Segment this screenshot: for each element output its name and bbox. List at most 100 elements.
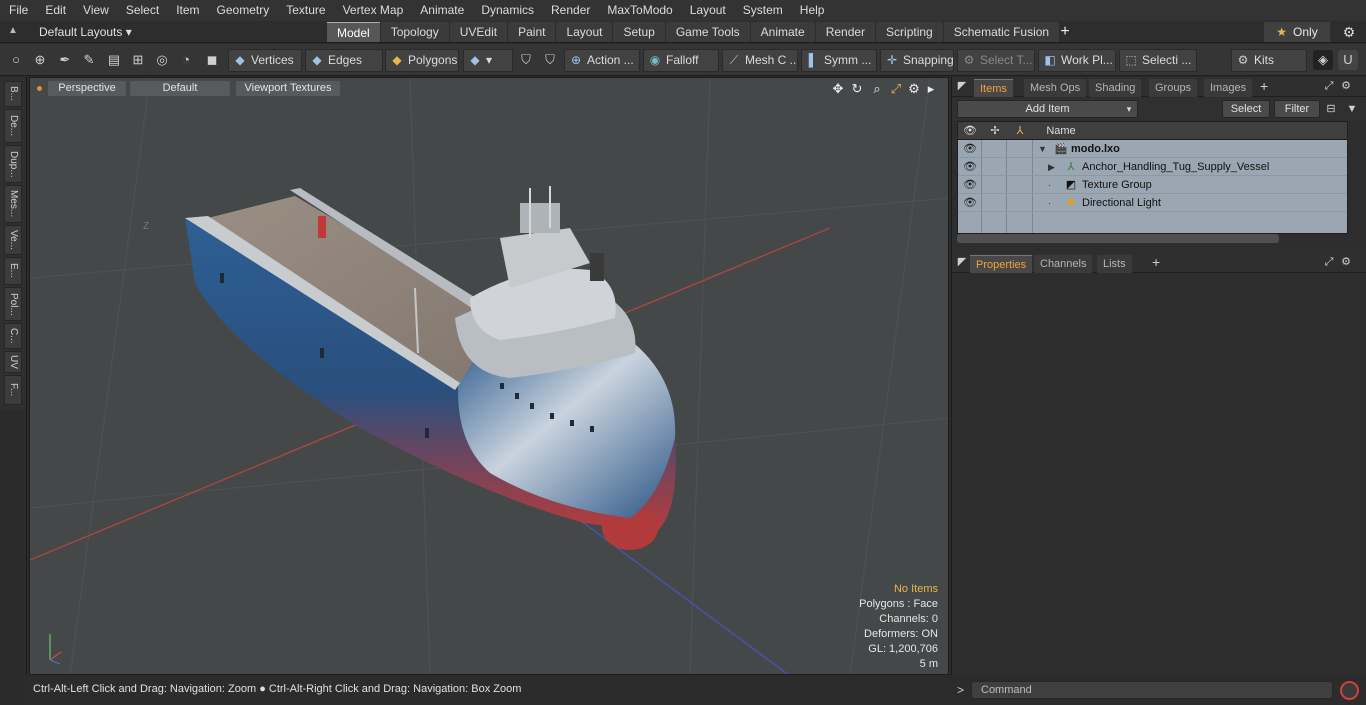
polygons-button[interactable]: ◆ Polygons bbox=[385, 49, 459, 72]
snapping-button[interactable]: ✛ Snapping bbox=[880, 49, 954, 72]
unreal-icon[interactable]: U bbox=[1338, 50, 1358, 70]
add-item-button[interactable]: Add Item ▾ bbox=[957, 100, 1138, 118]
kits-button[interactable]: ⚙ Kits bbox=[1231, 49, 1307, 72]
add-panel-tab-icon[interactable]: + bbox=[1152, 254, 1160, 270]
tab-fusion[interactable]: F... bbox=[4, 375, 22, 405]
tab-properties[interactable]: Properties bbox=[970, 255, 1033, 273]
tab-groups[interactable]: Groups bbox=[1149, 79, 1198, 97]
items-vertical-scrollbar[interactable] bbox=[1349, 121, 1361, 234]
expand-arrow-icon[interactable]: ▼ bbox=[1038, 142, 1048, 156]
shield-alt-icon[interactable]: ⛉ bbox=[540, 50, 560, 70]
rotate-icon[interactable]: ◔ bbox=[176, 50, 196, 70]
3d-viewport[interactable]: Z Perspective Default Viewport Textures … bbox=[29, 77, 949, 675]
menu-animate[interactable]: Animate bbox=[411, 0, 472, 21]
item-row-light[interactable]: 👁 · ✹ Directional Light bbox=[958, 194, 1347, 212]
menu-render[interactable]: Render bbox=[542, 0, 598, 21]
tab-images[interactable]: Images bbox=[1204, 79, 1253, 97]
layout-dropdown[interactable]: Default Layouts ▾ bbox=[34, 23, 132, 41]
maximize-icon[interactable]: ⤢ bbox=[1322, 79, 1336, 93]
work-plane-button[interactable]: ◧ Work Pl... bbox=[1038, 49, 1116, 72]
funnel-icon[interactable]: ▼ bbox=[1345, 102, 1359, 116]
view-mode-button[interactable]: Perspective bbox=[48, 81, 126, 96]
tab-channels[interactable]: Channels bbox=[1034, 255, 1093, 273]
fit-view-icon[interactable]: ⤢ bbox=[888, 81, 904, 97]
shield-icon[interactable]: ⛉ bbox=[516, 50, 536, 70]
pen-tool-icon[interactable]: ✒ bbox=[55, 50, 75, 70]
tab-curve[interactable]: C... bbox=[4, 323, 22, 349]
item-row-scene[interactable]: 👁 ▼ 🎬 modo.lxo bbox=[958, 140, 1347, 158]
mesh-constraint-button[interactable]: ⟋ Mesh C ... bbox=[722, 49, 798, 72]
tab-polygon[interactable]: Pol... bbox=[4, 287, 22, 321]
unity-icon[interactable]: ◈ bbox=[1313, 50, 1333, 70]
lock-column-icon[interactable]: ✢ bbox=[986, 122, 1004, 140]
tab-shading[interactable]: Shading bbox=[1089, 79, 1142, 97]
select-through-button[interactable]: ⚙ Select T... bbox=[957, 49, 1035, 72]
menu-geometry[interactable]: Geometry bbox=[208, 0, 278, 21]
symmetry-button[interactable]: ▌ Symm ... bbox=[801, 49, 877, 72]
collapse-icon[interactable]: ⊟ bbox=[1324, 102, 1338, 116]
selection-sets-button[interactable]: ⬚ Selecti ... bbox=[1119, 49, 1197, 72]
eye-icon[interactable]: 👁 bbox=[963, 160, 977, 174]
viewport-options-dot[interactable] bbox=[37, 86, 42, 91]
viewport-textures-button[interactable]: Viewport Textures bbox=[236, 81, 340, 96]
name-column-header[interactable]: Name bbox=[1046, 122, 1076, 140]
eye-icon[interactable]: 👁 bbox=[963, 196, 977, 210]
maximize-icon[interactable]: ⤢ bbox=[1322, 255, 1336, 269]
center-icon[interactable]: ⊞ bbox=[128, 50, 148, 70]
add-tab-icon[interactable]: + bbox=[1056, 22, 1074, 42]
collapse-arrow-icon[interactable]: ▶ bbox=[1048, 160, 1058, 174]
tab-scripting[interactable]: Scripting bbox=[876, 22, 943, 42]
items-horizontal-scrollbar[interactable] bbox=[957, 234, 1279, 243]
tab-basic[interactable]: B... bbox=[4, 81, 22, 107]
tab-deform[interactable]: De... bbox=[4, 109, 22, 143]
tab-vertex[interactable]: Ve... bbox=[4, 225, 22, 255]
menu-maxtomodo[interactable]: MaxToModo bbox=[598, 0, 680, 21]
tab-uv[interactable]: UV bbox=[4, 351, 22, 373]
tab-duplicate[interactable]: Dup... bbox=[4, 145, 22, 183]
item-row-texture-group[interactable]: 👁 · ◩ Texture Group bbox=[958, 176, 1347, 194]
tab-topology[interactable]: Topology bbox=[380, 22, 449, 42]
tab-lists[interactable]: Lists bbox=[1097, 255, 1132, 273]
tab-paint[interactable]: Paint bbox=[508, 22, 556, 42]
filter-button[interactable]: Filter bbox=[1274, 100, 1320, 118]
tab-schematic-fusion[interactable]: Schematic Fusion bbox=[943, 22, 1060, 42]
tab-game-tools[interactable]: Game Tools bbox=[665, 22, 750, 42]
eye-icon[interactable]: 👁 bbox=[963, 142, 977, 156]
tab-layout[interactable]: Layout bbox=[556, 22, 613, 42]
menu-system[interactable]: System bbox=[734, 0, 791, 21]
tab-uvedit[interactable]: UVEdit bbox=[449, 22, 508, 42]
item-row-mesh[interactable]: 👁 ▶ ⅄ Anchor_Handling_Tug_Supply_Vessel bbox=[958, 158, 1347, 176]
viewport-menu-arrow-icon[interactable]: ▸ bbox=[923, 81, 939, 97]
action-center-button[interactable]: ⊕ Action ... bbox=[564, 49, 640, 72]
tab-setup[interactable]: Setup bbox=[613, 22, 665, 42]
menu-texture[interactable]: Texture bbox=[277, 0, 333, 21]
command-input[interactable]: Command bbox=[971, 681, 1333, 699]
record-macro-icon[interactable] bbox=[1340, 681, 1359, 700]
menu-layout[interactable]: Layout bbox=[681, 0, 734, 21]
eye-icon[interactable]: 👁 bbox=[963, 178, 977, 192]
panel-menu-icon[interactable]: ◤ bbox=[955, 79, 969, 93]
tab-items[interactable]: Items bbox=[974, 79, 1013, 97]
menu-help[interactable]: Help bbox=[791, 0, 833, 21]
layout-expand-icon[interactable]: ▲ bbox=[8, 25, 20, 39]
visibility-column-icon[interactable]: 👁 bbox=[961, 122, 979, 140]
tab-mesh-ops[interactable]: Mesh Ops bbox=[1024, 79, 1087, 97]
menu-item[interactable]: Item bbox=[167, 0, 207, 21]
tab-edge[interactable]: E... bbox=[4, 257, 22, 285]
menu-view[interactable]: View bbox=[74, 0, 117, 21]
menu-file[interactable]: File bbox=[0, 0, 36, 21]
menu-select[interactable]: Select bbox=[117, 0, 167, 21]
material-mode-button[interactable]: ◆ ▾ bbox=[463, 49, 513, 72]
brush-icon[interactable]: ✎ bbox=[79, 50, 99, 70]
target-icon[interactable]: ◎ bbox=[152, 50, 172, 70]
zoom-view-icon[interactable]: ⌕ bbox=[869, 81, 885, 97]
menu-dynamics[interactable]: Dynamics bbox=[472, 0, 542, 21]
menu-edit[interactable]: Edit bbox=[36, 0, 74, 21]
falloff-button[interactable]: ◉ Falloff bbox=[643, 49, 719, 72]
rotate-view-icon[interactable]: ↻ bbox=[849, 81, 865, 97]
panel-gear-icon[interactable]: ⚙ bbox=[1339, 255, 1353, 269]
viewport-settings-icon[interactable]: ⚙ bbox=[906, 81, 922, 97]
tab-render[interactable]: Render bbox=[815, 22, 876, 42]
vertices-button[interactable]: ◆ Vertices bbox=[228, 49, 302, 72]
globe-icon[interactable]: ⊕ bbox=[30, 50, 50, 70]
